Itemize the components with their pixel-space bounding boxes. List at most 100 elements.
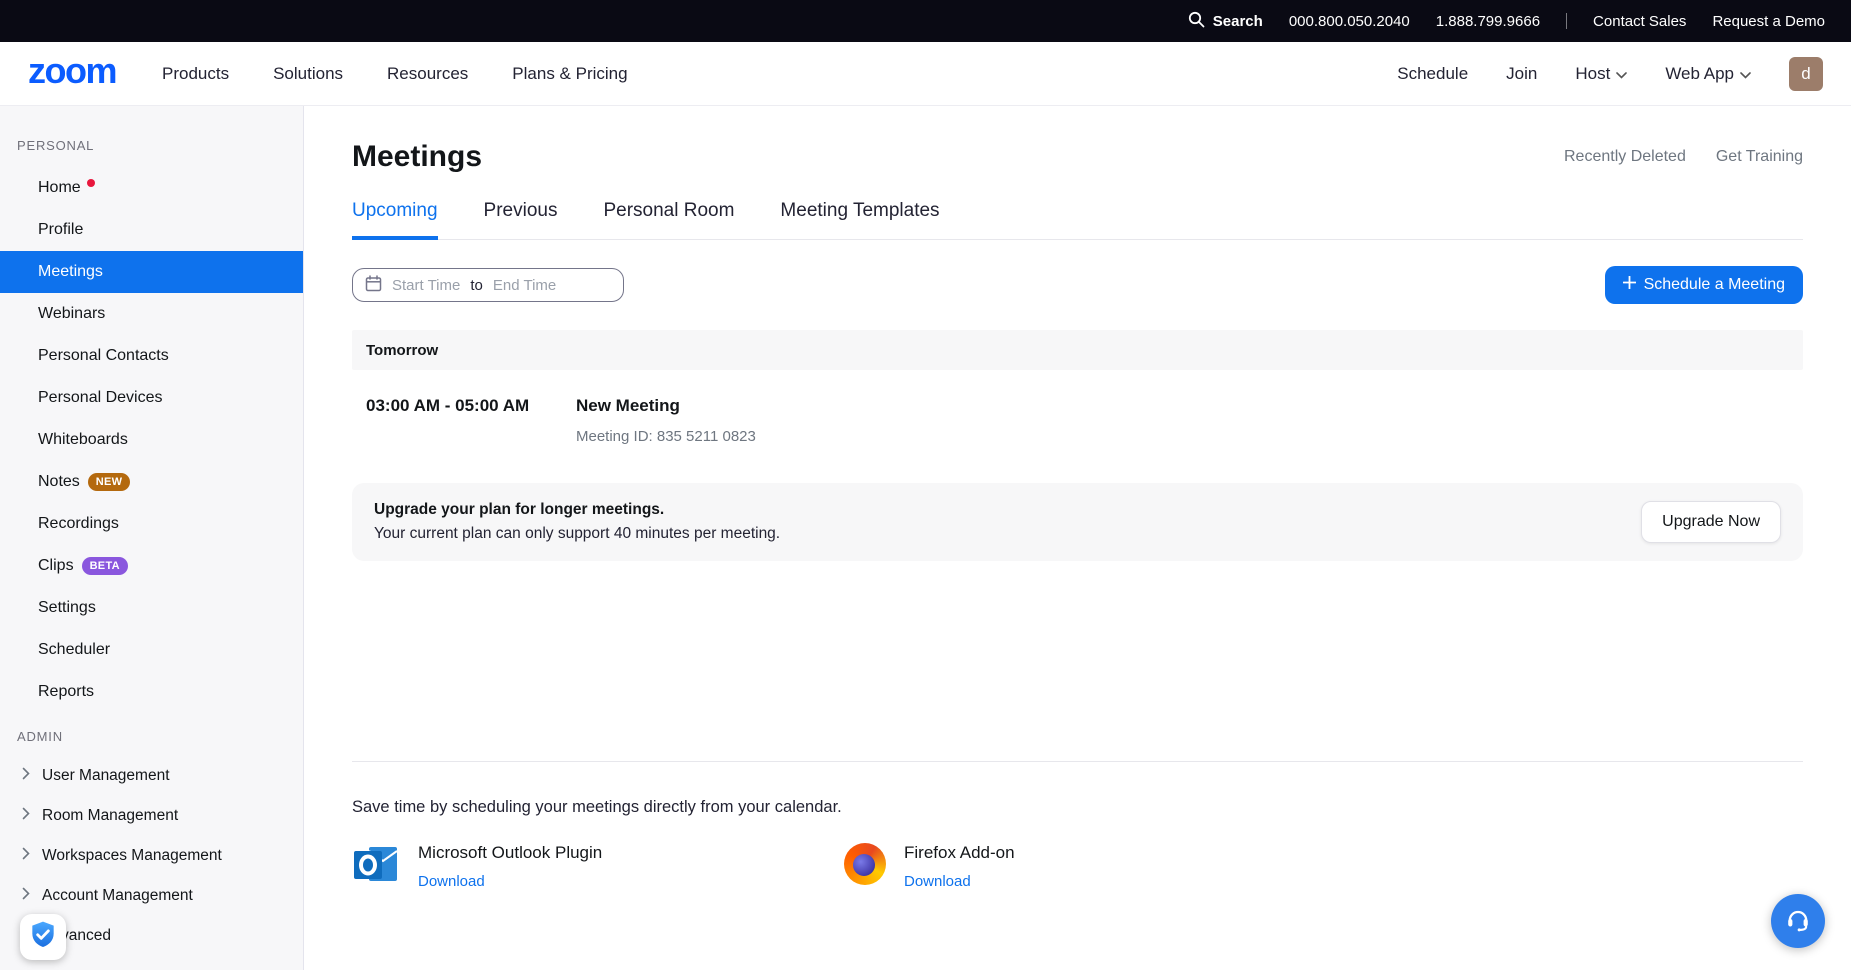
help-button[interactable] <box>1771 894 1825 948</box>
search-icon <box>1188 11 1205 32</box>
date-range-picker[interactable]: Start Time to End Time <box>352 268 624 302</box>
nav-item-resources[interactable]: Resources <box>387 64 468 84</box>
meeting-row[interactable]: 03:00 AM - 05:00 AM New Meeting Meeting … <box>352 370 1803 475</box>
sidebar-item-settings[interactable]: Settings <box>0 587 303 629</box>
topbar-divider <box>1566 13 1567 29</box>
chevron-right-icon <box>22 887 30 905</box>
sidebar-item-label: Recordings <box>38 515 119 533</box>
sidebar-item-label: Room Management <box>42 807 178 825</box>
sidebar-item-label: Workspaces Management <box>42 847 222 865</box>
plugins-row: Microsoft Outlook Plugin Download Firefo… <box>352 843 1803 892</box>
phone-number-1: 000.800.050.2040 <box>1289 13 1410 30</box>
page-title: Meetings <box>352 140 482 174</box>
sidebar-item-label: Personal Devices <box>38 389 163 407</box>
chevron-right-icon <box>22 847 30 865</box>
sidebar-item-account-management[interactable]: Account Management <box>0 876 303 916</box>
beta-badge: BETA <box>82 557 128 575</box>
chevron-right-icon <box>22 807 30 825</box>
sidebar-item-label: Home <box>38 179 81 197</box>
outlook-icon <box>352 843 400 892</box>
chevron-down-icon <box>1740 64 1751 84</box>
meeting-name[interactable]: New Meeting <box>576 396 756 416</box>
sidebar-item-reports[interactable]: Reports <box>0 671 303 713</box>
nav-item-plans-pricing[interactable]: Plans & Pricing <box>512 64 627 84</box>
sidebar-item-label: Personal Contacts <box>38 347 169 365</box>
group-header-tomorrow: Tomorrow <box>352 330 1803 370</box>
sidebar-item-label: Whiteboards <box>38 431 128 449</box>
sidebar-item-label: Meetings <box>38 263 103 281</box>
schedule-meeting-button[interactable]: Schedule a Meeting <box>1605 266 1803 304</box>
schedule-meeting-label: Schedule a Meeting <box>1644 276 1785 294</box>
zoom-logo[interactable]: zoom <box>28 53 116 95</box>
firefox-download-link[interactable]: Download <box>904 873 1015 890</box>
request-demo-link[interactable]: Request a Demo <box>1712 13 1825 30</box>
end-time-placeholder: End Time <box>493 277 556 294</box>
sidebar-item-recordings[interactable]: Recordings <box>0 503 303 545</box>
meeting-time: 03:00 AM - 05:00 AM <box>366 396 576 445</box>
sidebar-item-label: Settings <box>38 599 96 617</box>
meta-links: Recently Deleted Get Training <box>1564 148 1803 166</box>
sidebar-item-workspaces-management[interactable]: Workspaces Management <box>0 836 303 876</box>
outlook-download-link[interactable]: Download <box>418 873 602 890</box>
search-button[interactable]: Search <box>1188 11 1263 32</box>
sidebar-item-personal-devices[interactable]: Personal Devices <box>0 377 303 419</box>
to-label: to <box>470 277 483 294</box>
sidebar-item-label: Clips <box>38 557 74 575</box>
sidebar-item-profile[interactable]: Profile <box>0 209 303 251</box>
upgrade-banner-text: Upgrade your plan for longer meetings. Y… <box>374 501 780 543</box>
sidebar-item-personal-contacts[interactable]: Personal Contacts <box>0 335 303 377</box>
sidebar-item-clips[interactable]: Clips BETA <box>0 545 303 587</box>
calendar-promo-text: Save time by scheduling your meetings di… <box>352 798 1803 817</box>
content-divider <box>352 761 1803 762</box>
sidebar-item-whiteboards[interactable]: Whiteboards <box>0 419 303 461</box>
section-label-personal: PERSONAL <box>0 138 303 153</box>
upgrade-now-button[interactable]: Upgrade Now <box>1641 501 1781 543</box>
sidebar-item-meetings[interactable]: Meetings <box>0 251 303 293</box>
upgrade-subtitle: Your current plan can only support 40 mi… <box>374 525 780 543</box>
sidebar: PERSONAL Home Profile Meetings Webinars … <box>0 106 304 970</box>
sidebar-item-user-management[interactable]: User Management <box>0 756 303 796</box>
tab-previous[interactable]: Previous <box>484 200 558 239</box>
sidebar-item-scheduler[interactable]: Scheduler <box>0 629 303 671</box>
phone-number-2: 1.888.799.9666 <box>1436 13 1540 30</box>
sidebar-item-notes[interactable]: Notes NEW <box>0 461 303 503</box>
outlook-plugin-item: Microsoft Outlook Plugin Download <box>352 843 844 892</box>
nav-item-solutions[interactable]: Solutions <box>273 64 343 84</box>
nav-item-products[interactable]: Products <box>162 64 229 84</box>
meeting-details: New Meeting Meeting ID: 835 5211 0823 <box>576 396 756 445</box>
section-label-admin: ADMIN <box>0 729 303 744</box>
sidebar-item-label: Webinars <box>38 305 105 323</box>
tab-personal-room[interactable]: Personal Room <box>603 200 734 239</box>
sidebar-item-label: Account Management <box>42 887 193 905</box>
chevron-right-icon <box>22 767 30 785</box>
webapp-menu[interactable]: Web App <box>1665 64 1751 84</box>
host-menu[interactable]: Host <box>1575 64 1627 84</box>
meeting-id: Meeting ID: 835 5211 0823 <box>576 428 756 445</box>
title-row: Meetings Recently Deleted Get Training <box>352 140 1803 174</box>
notification-dot <box>87 179 95 187</box>
header: zoom Products Solutions Resources Plans … <box>0 42 1851 106</box>
plugin-name: Microsoft Outlook Plugin <box>418 843 602 863</box>
shield-extension-button[interactable] <box>20 914 66 960</box>
join-link[interactable]: Join <box>1506 64 1537 84</box>
get-training-link[interactable]: Get Training <box>1716 148 1803 166</box>
chevron-down-icon <box>1616 64 1627 84</box>
firefox-icon <box>844 843 886 885</box>
firefox-addon-item: Firefox Add-on Download <box>844 843 1015 892</box>
recently-deleted-link[interactable]: Recently Deleted <box>1564 148 1686 166</box>
search-label: Search <box>1213 13 1263 30</box>
sidebar-item-home[interactable]: Home <box>0 167 303 209</box>
schedule-link[interactable]: Schedule <box>1397 64 1468 84</box>
tabs: Upcoming Previous Personal Room Meeting … <box>352 200 1803 240</box>
contact-sales-link[interactable]: Contact Sales <box>1593 13 1686 30</box>
upgrade-title: Upgrade your plan for longer meetings. <box>374 501 780 519</box>
topbar: Search 000.800.050.2040 1.888.799.9666 C… <box>0 0 1851 42</box>
sidebar-item-webinars[interactable]: Webinars <box>0 293 303 335</box>
headset-icon <box>1784 905 1812 938</box>
new-badge: NEW <box>88 473 131 491</box>
avatar[interactable]: d <box>1789 57 1823 91</box>
sidebar-item-room-management[interactable]: Room Management <box>0 796 303 836</box>
tab-upcoming[interactable]: Upcoming <box>352 200 438 240</box>
tab-meeting-templates[interactable]: Meeting Templates <box>780 200 939 239</box>
webapp-menu-label: Web App <box>1665 64 1734 84</box>
